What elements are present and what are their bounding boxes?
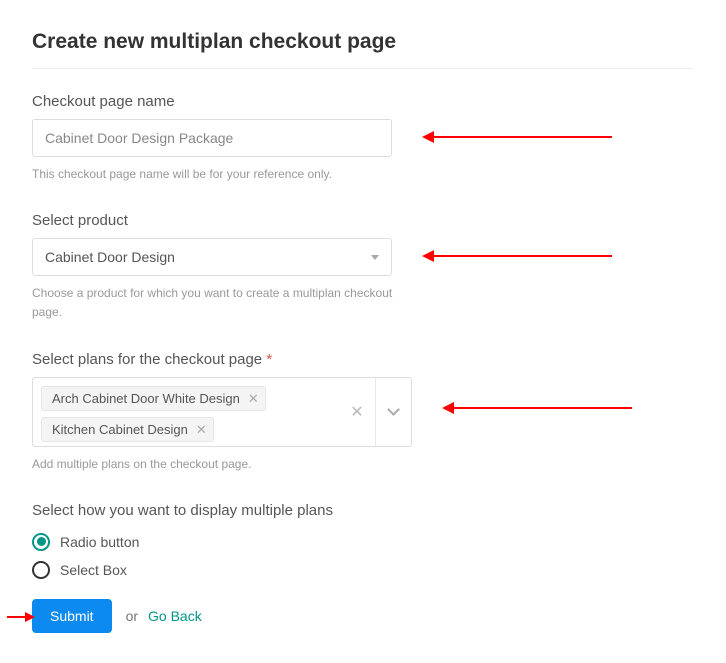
radio-option-radio-button[interactable]: Radio button bbox=[32, 533, 694, 551]
radio-label-text: Select Box bbox=[60, 562, 127, 578]
multiselect-toggle[interactable] bbox=[375, 378, 411, 446]
submit-button[interactable]: Submit bbox=[32, 599, 112, 633]
or-text: or bbox=[126, 608, 138, 624]
product-value: Cabinet Door Design bbox=[45, 249, 175, 265]
radio-icon bbox=[32, 561, 50, 579]
product-select[interactable]: Cabinet Door Design bbox=[32, 238, 392, 276]
product-label: Select product bbox=[32, 212, 694, 229]
tags-area: Arch Cabinet Door White Design ✕ Kitchen… bbox=[33, 378, 339, 446]
chevron-down-icon bbox=[387, 403, 400, 416]
field-group-name: Checkout page name This checkout page na… bbox=[32, 93, 694, 184]
annotation-arrow bbox=[7, 616, 27, 618]
name-help: This checkout page name will be for your… bbox=[32, 165, 412, 184]
name-label: Checkout page name bbox=[32, 93, 694, 110]
annotation-arrow bbox=[432, 255, 612, 257]
field-group-plans: Select plans for the checkout page * Arc… bbox=[32, 351, 694, 474]
product-help: Choose a product for which you want to c… bbox=[32, 284, 412, 322]
actions-row: Submit or Go Back bbox=[32, 599, 694, 633]
go-back-link[interactable]: Go Back bbox=[148, 608, 202, 624]
plan-tag: Arch Cabinet Door White Design ✕ bbox=[41, 386, 266, 411]
annotation-arrow bbox=[432, 136, 612, 138]
required-mark: * bbox=[266, 351, 272, 368]
radio-icon bbox=[32, 533, 50, 551]
caret-down-icon bbox=[371, 255, 379, 260]
display-label: Select how you want to display multiple … bbox=[32, 502, 694, 519]
tag-remove-icon[interactable]: ✕ bbox=[196, 423, 207, 436]
annotation-arrow bbox=[452, 407, 632, 409]
plans-help: Add multiple plans on the checkout page. bbox=[32, 455, 412, 474]
name-input[interactable] bbox=[32, 119, 392, 157]
radio-option-select-box[interactable]: Select Box bbox=[32, 561, 694, 579]
plans-label: Select plans for the checkout page * bbox=[32, 351, 694, 368]
radio-label-text: Radio button bbox=[60, 534, 139, 550]
field-group-product: Select product Cabinet Door Design Choos… bbox=[32, 212, 694, 322]
field-group-display: Select how you want to display multiple … bbox=[32, 502, 694, 579]
plans-multiselect[interactable]: Arch Cabinet Door White Design ✕ Kitchen… bbox=[32, 377, 412, 447]
clear-all-icon[interactable]: ✕ bbox=[339, 378, 375, 446]
page-title: Create new multiplan checkout page bbox=[32, 30, 694, 69]
tag-remove-icon[interactable]: ✕ bbox=[248, 392, 259, 405]
plan-tag: Kitchen Cabinet Design ✕ bbox=[41, 417, 214, 442]
